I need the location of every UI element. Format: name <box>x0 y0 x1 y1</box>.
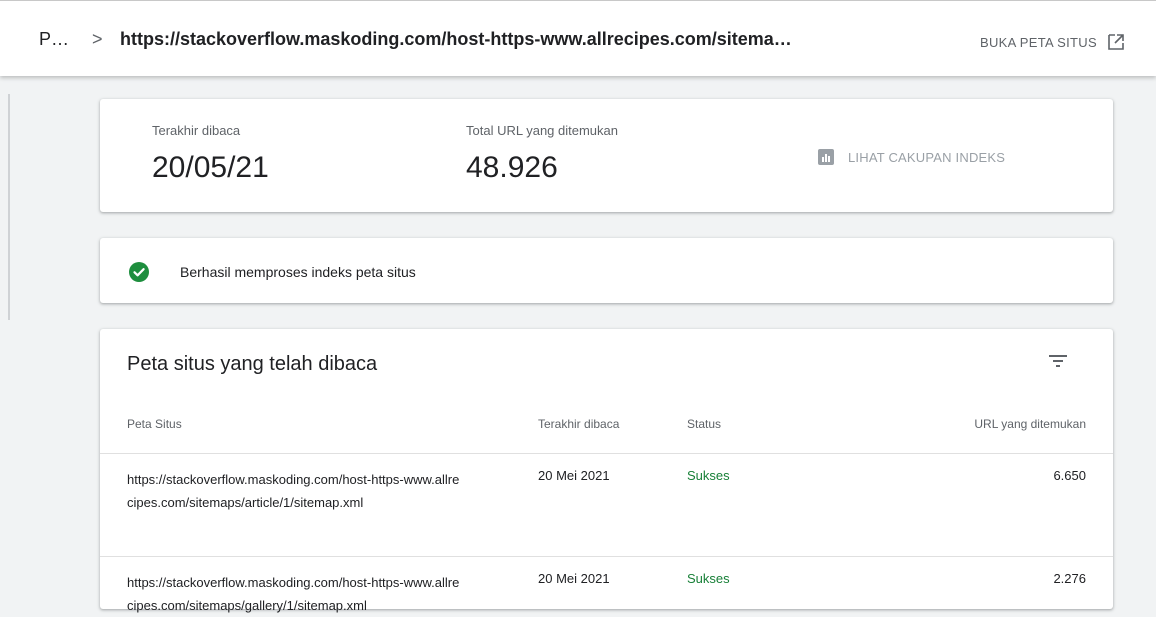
breadcrumb-property[interactable]: P… <box>39 29 69 50</box>
last-read-value: 20/05/21 <box>152 151 269 184</box>
open-in-new-icon <box>1108 34 1124 50</box>
status-card: Berhasil memproses indeks peta situs <box>100 238 1113 303</box>
row-status: Sukses <box>687 468 730 483</box>
column-header-last-read[interactable]: Terakhir dibaca <box>538 417 619 431</box>
breadcrumb-separator: > <box>92 29 103 49</box>
bar-chart-icon <box>818 149 834 165</box>
filter-icon[interactable] <box>1048 353 1068 369</box>
total-urls-label: Total URL yang ditemukan <box>466 123 618 138</box>
summary-card: Terakhir dibaca 20/05/21 Total URL yang … <box>100 99 1113 212</box>
row-url-count: 6.650 <box>1053 468 1086 483</box>
row-last-read: 20 Mei 2021 <box>538 468 610 483</box>
page-title: https://stackoverflow.maskoding.com/host… <box>120 29 792 49</box>
column-header-sitemap[interactable]: Peta Situs <box>127 417 182 431</box>
sitemap-url-line: https://stackoverflow.maskoding.com/host… <box>127 575 460 590</box>
sitemap-url-line: https://stackoverflow.maskoding.com/host… <box>127 472 460 487</box>
status-message: Berhasil memproses indeks peta situs <box>180 264 416 280</box>
last-read-label: Terakhir dibaca <box>152 123 241 138</box>
view-index-coverage-button[interactable]: LIHAT CAKUPAN INDEKS <box>818 149 1005 165</box>
column-header-discovered-urls[interactable]: URL yang ditemukan <box>974 417 1086 431</box>
open-sitemap-label: BUKA PETA SITUS <box>980 34 1097 50</box>
table-row[interactable]: https://stackoverflow.maskoding.com/host… <box>100 453 1113 556</box>
check-circle-icon <box>129 262 149 282</box>
total-urls-value: 48.926 <box>466 151 558 184</box>
sitemap-url: https://stackoverflow.maskoding.com/host… <box>127 571 512 617</box>
sitemap-url-line: cipes.com/sitemaps/gallery/1/sitemap.xml <box>127 598 367 613</box>
column-header-status[interactable]: Status <box>687 417 721 431</box>
view-index-coverage-label: LIHAT CAKUPAN INDEKS <box>848 149 1006 165</box>
table-row[interactable]: https://stackoverflow.maskoding.com/host… <box>100 556 1113 616</box>
header-bar: P… > https://stackoverflow.maskoding.com… <box>0 0 1156 76</box>
open-sitemap-button[interactable]: BUKA PETA SITUS <box>980 33 1125 51</box>
table-title: Peta situs yang telah dibaca <box>127 353 378 375</box>
sitemap-url: https://stackoverflow.maskoding.com/host… <box>127 468 512 514</box>
scroll-rail <box>8 94 10 320</box>
sitemaps-table-card: Peta situs yang telah dibaca Peta Situs … <box>100 329 1113 613</box>
sitemap-url-line: cipes.com/sitemaps/article/1/sitemap.xml <box>127 495 364 510</box>
